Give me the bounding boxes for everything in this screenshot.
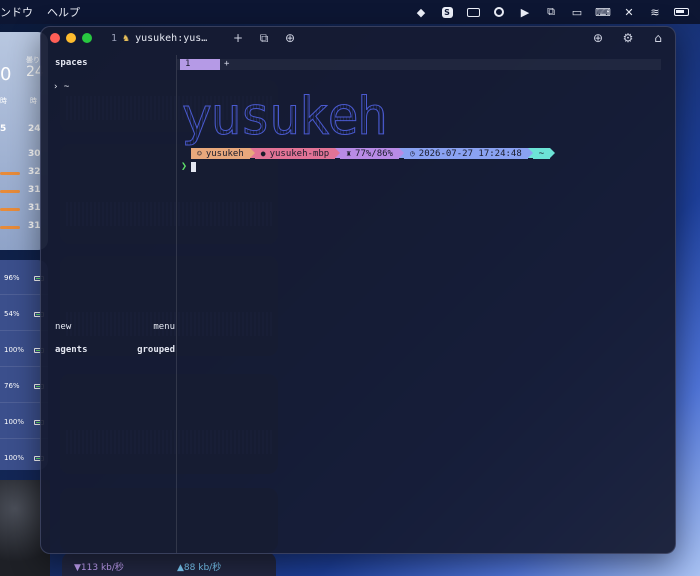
display-icon[interactable]: ▭ xyxy=(568,4,586,20)
action-icon[interactable]: ◆ xyxy=(412,4,430,20)
tab-number: 1 xyxy=(111,32,118,44)
forecast-high: 32 xyxy=(28,167,41,177)
play-icon[interactable]: ▶ xyxy=(516,4,534,20)
tab-app-icon: ♞ xyxy=(123,32,130,44)
forecast-high: 31 xyxy=(28,221,41,231)
sidebar-header: spaces xyxy=(55,58,88,68)
battery-row: 76% xyxy=(4,382,44,390)
forecast-bar xyxy=(0,172,20,175)
mute-icon[interactable]: ✕ xyxy=(620,4,638,20)
keyboard-icon[interactable]: ⌨ xyxy=(594,4,612,20)
prompt-time-segment: ◷ 2026-07-27 17:24:48 xyxy=(403,148,528,159)
sidebar-agents-row: agents grouped xyxy=(55,345,175,355)
download-rate: ▼113 kb/秒 xyxy=(74,563,124,573)
gift-icon[interactable]: ⌂ xyxy=(645,27,671,49)
globe-icon[interactable]: ⊕ xyxy=(585,27,611,49)
hourly-value: 5 xyxy=(0,124,7,134)
battery-row: 96% xyxy=(4,274,44,282)
battery-row: 100% xyxy=(4,454,44,462)
text-cursor xyxy=(191,161,197,172)
battery-icon[interactable] xyxy=(672,4,690,20)
sidebar-actions-row: new menu xyxy=(55,322,175,332)
user-icon: ☺ xyxy=(197,149,202,158)
forecast-bar xyxy=(0,190,20,193)
forecast-high: 30 xyxy=(28,149,41,159)
prompt-host-segment: ● yusukeh-mbp xyxy=(254,148,336,159)
apple-icon: ● xyxy=(260,149,266,158)
close-button[interactable] xyxy=(50,33,60,43)
ascii-banner: yusukeh xyxy=(180,87,388,148)
cpu-icon: ♜ xyxy=(346,149,352,158)
new-tab-button[interactable]: + xyxy=(225,27,251,49)
agents-label: agents xyxy=(55,345,88,355)
s-app-icon[interactable]: S xyxy=(438,4,456,20)
gear-icon[interactable]: ⚙ xyxy=(615,27,641,49)
menu-item-window[interactable]: ンドウ xyxy=(0,4,33,20)
forecast-bar xyxy=(0,208,20,211)
add-workspace-button[interactable]: + xyxy=(224,59,229,70)
terminal-window[interactable]: 1 ♞ yusukeh:yus… + ⧉ ⊕ ⊕ ⚙ ⌂ spaces › ~ … xyxy=(40,26,676,554)
calendar-icon[interactable] xyxy=(464,4,482,20)
title-bar[interactable]: 1 ♞ yusukeh:yus… + ⧉ ⊕ ⊕ ⚙ ⌂ xyxy=(41,27,675,49)
forecast-bar xyxy=(0,226,20,229)
menu-button[interactable]: menu xyxy=(153,322,175,332)
weather-current-temp: 0 xyxy=(0,64,12,85)
hour-label: 時 xyxy=(30,97,37,105)
input-line[interactable]: ❯ xyxy=(181,161,197,172)
clock-icon: ◷ xyxy=(409,149,415,158)
hour-label: 時 xyxy=(0,97,7,105)
upload-rate: ▲88 kb/秒 xyxy=(177,563,222,573)
new-button[interactable]: new xyxy=(55,322,71,332)
workspace-tab-strip: 1 + xyxy=(177,59,661,70)
prompt-user-segment: ☺ yusukeh xyxy=(191,148,250,159)
maximize-button[interactable] xyxy=(82,33,92,43)
forecast-high: 31 xyxy=(28,185,41,195)
segment-separator xyxy=(550,148,556,158)
battery-row: 54% xyxy=(4,310,44,318)
forecast-high: 31 xyxy=(28,203,41,213)
minimize-button[interactable] xyxy=(66,33,76,43)
prompt-line: ☺ yusukeh ● yusukeh-mbp ♜ 77%/86% ◷ 2026-07-… xyxy=(191,148,556,159)
space-item-home[interactable]: › ~ xyxy=(53,82,69,92)
tab-overview-icon[interactable]: ⧉ xyxy=(251,27,277,49)
network-widget: ▼113 kb/秒 ▲88 kb/秒 xyxy=(62,552,276,576)
tab-title: yusukeh:yus… xyxy=(135,32,208,44)
menu-bar: ンドウ ヘルプ ◆ S ▶ ⧉ ▭ ⌨ ✕ ≋ xyxy=(0,0,700,24)
grouped-toggle[interactable]: grouped xyxy=(137,345,175,355)
prompt-resources-segment: ♜ 77%/86% xyxy=(340,148,399,159)
record-icon[interactable] xyxy=(490,4,508,20)
hourly-value: 24 xyxy=(28,124,41,134)
globe-icon[interactable]: ⊕ xyxy=(277,27,303,49)
menu-item-help[interactable]: ヘルプ xyxy=(47,4,80,20)
window-icon[interactable]: ⧉ xyxy=(542,4,560,20)
prompt-char: ❯ xyxy=(181,161,188,172)
sidebar: spaces › ~ new menu agents grouped « xyxy=(41,55,177,553)
battery-row: 100% xyxy=(4,346,44,354)
terminal-tab[interactable]: 1 ♞ yusukeh:yus… xyxy=(105,27,225,49)
wifi-icon[interactable]: ≋ xyxy=(646,4,664,20)
workspace-tab-1[interactable]: 1 xyxy=(180,59,220,70)
battery-row: 100% xyxy=(4,418,44,426)
prompt-cwd-segment: ~ xyxy=(532,148,551,159)
window-controls xyxy=(41,33,105,43)
